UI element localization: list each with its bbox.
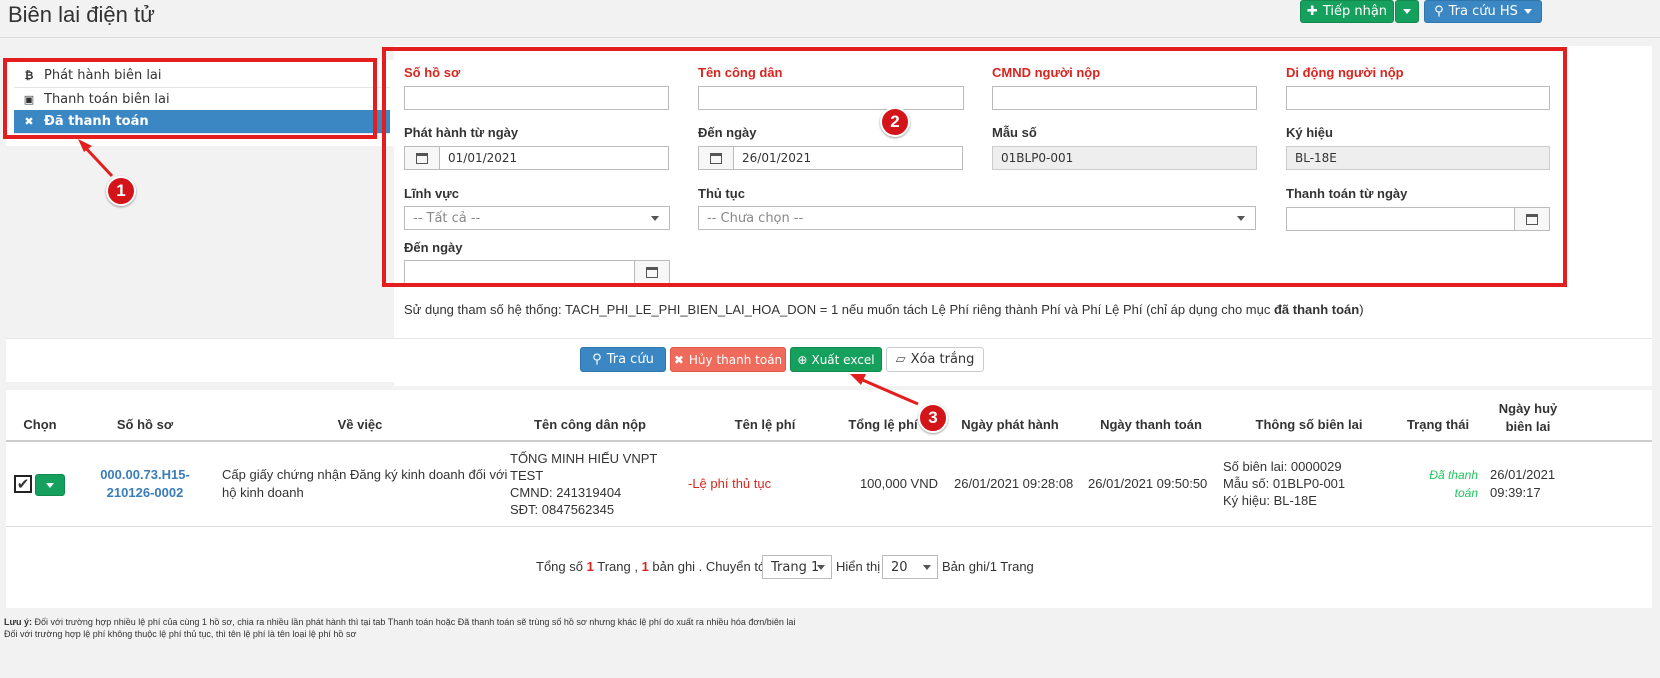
- annotation-badge-1: 1: [106, 176, 136, 206]
- annotation-badge-3: 3: [918, 403, 948, 433]
- annotation-badge-2: 2: [880, 107, 910, 137]
- annotation-arrows: [78, 139, 919, 406]
